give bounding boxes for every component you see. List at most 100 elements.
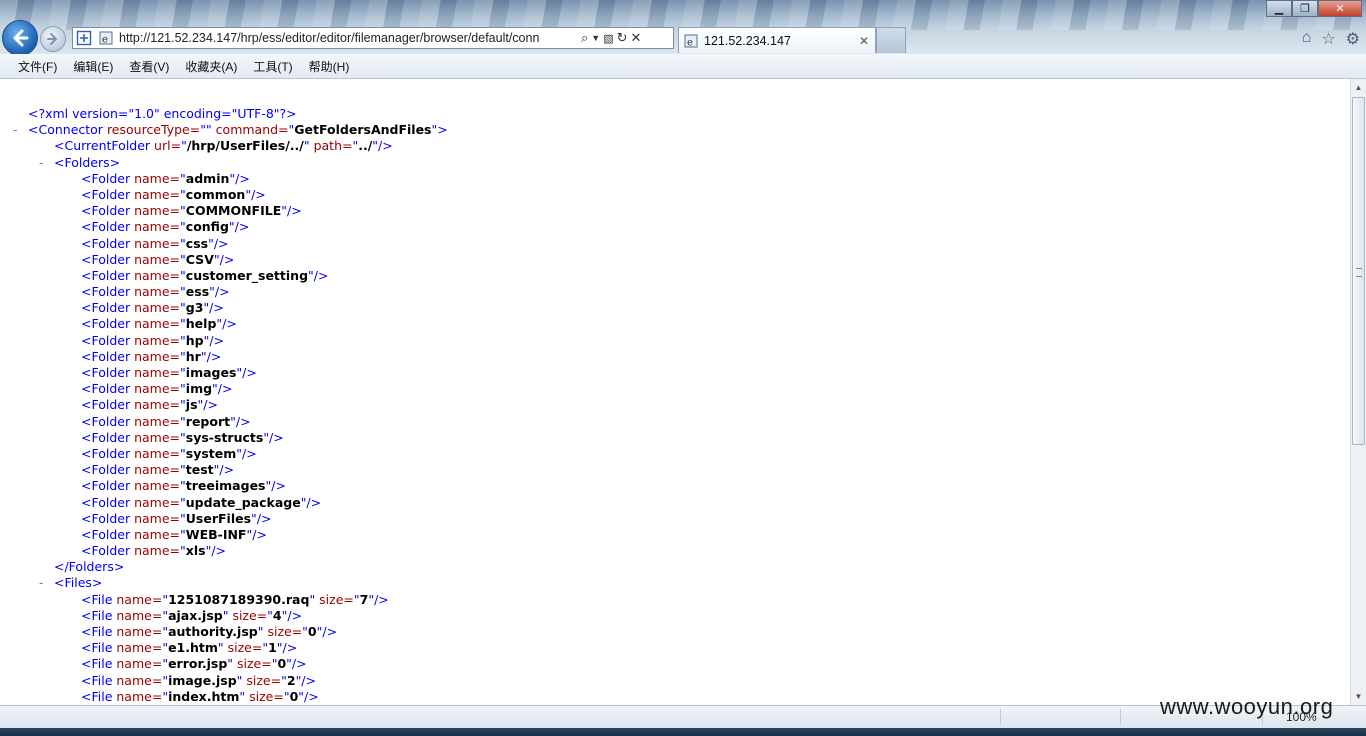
file-entry: <File name="error.jsp" size="0"/> bbox=[81, 656, 307, 672]
collapse-toggle[interactable]: - bbox=[39, 155, 44, 171]
file-entry: <File name="index.htm" size="0"/> bbox=[81, 688, 319, 704]
search-icon[interactable]: ⌕ bbox=[581, 30, 588, 46]
tools-gear-icon[interactable]: ⚙ bbox=[1346, 29, 1360, 49]
url-text[interactable]: http://121.52.234.147/hrp/ess/editor/edi… bbox=[117, 31, 577, 45]
dropdown-icon[interactable]: ▼ bbox=[591, 33, 600, 43]
folder-entry: <Folder name="sys-structs"/> bbox=[81, 429, 284, 445]
xml-declaration: <?xml version="1.0" encoding="UTF-8"?> bbox=[28, 106, 297, 121]
collapse-toggle[interactable]: - bbox=[13, 122, 18, 138]
menu-edit[interactable]: 编辑(E) bbox=[73, 58, 113, 75]
folder-name: update_package bbox=[185, 494, 301, 510]
folder-name: images bbox=[185, 365, 237, 380]
menu-tools[interactable]: 工具(T) bbox=[253, 58, 292, 75]
folder-name: img bbox=[185, 381, 213, 397]
tab-title: 121.52.234.147 bbox=[704, 33, 791, 48]
folder-entry: <Folder name="g3"/> bbox=[81, 300, 224, 316]
menu-file[interactable]: 文件(F) bbox=[18, 58, 57, 75]
close-icon: ✕ bbox=[1335, 3, 1345, 15]
file-name: e1.htm bbox=[168, 640, 218, 656]
file-name: image.jsp bbox=[168, 672, 237, 688]
folder-entry: <Folder name="system"/> bbox=[81, 445, 257, 461]
home-icon[interactable]: ⌂ bbox=[1302, 29, 1312, 49]
folder-name: test bbox=[185, 462, 214, 478]
folder-name: WEB-INF bbox=[185, 526, 247, 542]
file-entry: <File name="ajax.jsp" size="4"/> bbox=[81, 607, 303, 623]
folders-open-line: - <Folders> bbox=[39, 154, 121, 171]
file-entry: <File name="authority.jsp" size="0"/> bbox=[81, 624, 338, 639]
watermark: www.wooyun.org bbox=[1160, 694, 1334, 719]
menu-favorites[interactable]: 收藏夹(A) bbox=[185, 58, 237, 75]
file-name: index.htm bbox=[168, 688, 240, 704]
folder-name: treeimages bbox=[185, 478, 266, 494]
menu-help[interactable]: 帮助(H) bbox=[309, 58, 350, 75]
status-divider bbox=[1000, 709, 1001, 725]
folder-entry: <Folder name="customer_setting"/> bbox=[81, 267, 329, 283]
file-name: 1251087189390.raq bbox=[168, 591, 310, 607]
stop-icon[interactable]: ✕ bbox=[631, 30, 642, 46]
folder-name: ess bbox=[185, 284, 210, 300]
xml-document-view: <?xml version="1.0" encoding="UTF-8"?> -… bbox=[0, 79, 1350, 705]
folder-entry: <Folder name="common"/> bbox=[81, 186, 266, 202]
new-tab-button[interactable] bbox=[876, 27, 906, 53]
file-name: authority.jsp bbox=[168, 624, 258, 639]
folder-name: common bbox=[185, 186, 246, 202]
folder-entry: <Folder name="hr"/> bbox=[81, 348, 222, 364]
minimize-button[interactable]: ▁ bbox=[1266, 0, 1292, 17]
scroll-up-arrow-icon[interactable]: ▲ bbox=[1351, 79, 1366, 96]
scroll-thumb[interactable] bbox=[1352, 97, 1365, 445]
folder-entry: <Folder name="help"/> bbox=[81, 316, 237, 332]
folder-name: hp bbox=[185, 332, 204, 348]
folder-name: g3 bbox=[185, 300, 204, 316]
address-bar[interactable]: e http://121.52.234.147/hrp/ess/editor/e… bbox=[72, 27, 674, 49]
folder-name: xls bbox=[185, 543, 206, 559]
folder-entry: <Folder name="update_package"/> bbox=[81, 494, 322, 510]
compat-icon[interactable]: ▧ bbox=[603, 32, 613, 45]
menu-view[interactable]: 查看(V) bbox=[129, 58, 169, 75]
connector-open-line: - <Connector resourceType="" command="Get… bbox=[13, 122, 448, 138]
folder-entry: <Folder name="img"/> bbox=[81, 381, 233, 397]
folder-name: admin bbox=[185, 170, 230, 186]
folder-entry: <Folder name="UserFiles"/> bbox=[81, 510, 272, 526]
folder-entry: <Folder name="ess"/> bbox=[81, 284, 230, 300]
thumb-grip-icon bbox=[1356, 268, 1362, 277]
file-name: ajax.jsp bbox=[168, 607, 223, 623]
folder-entry: <Folder name="COMMONFILE"/> bbox=[81, 203, 302, 219]
folder-list: <Folder name="admin"/> <Folder name="comm… bbox=[0, 171, 448, 560]
collapse-toggle[interactable]: - bbox=[39, 575, 44, 591]
forward-arrow-icon bbox=[47, 33, 57, 45]
favorites-star-icon[interactable]: ☆ bbox=[1321, 29, 1335, 49]
file-size: 4 bbox=[272, 607, 282, 623]
tab-close-icon[interactable]: ✕ bbox=[859, 34, 869, 48]
folder-entry: <Folder name="report"/> bbox=[81, 413, 251, 429]
minimize-icon: ▁ bbox=[1274, 3, 1284, 15]
vertical-scrollbar[interactable]: ▲ ▼ bbox=[1350, 79, 1366, 705]
file-size: 1 bbox=[268, 640, 277, 656]
tab-active[interactable]: e 121.52.234.147 ✕ bbox=[678, 27, 876, 53]
back-button[interactable] bbox=[2, 20, 38, 54]
folder-name: hr bbox=[185, 348, 201, 364]
title-bar: ▁ ❐ ✕ e http://121.52.234.147/hrp/ess/ed… bbox=[0, 0, 1366, 54]
folder-entry: <Folder name="js"/> bbox=[81, 397, 218, 413]
compat-view-icon[interactable] bbox=[73, 28, 95, 48]
folder-entry: <Folder name="treeimages"/> bbox=[81, 478, 286, 494]
folder-name: UserFiles bbox=[185, 510, 252, 526]
file-entry: <File name="1251087189390.raq" size="7"/… bbox=[81, 591, 389, 607]
folder-entry: <Folder name="images"/> bbox=[81, 365, 257, 380]
folder-entry: <Folder name="css"/> bbox=[81, 235, 229, 251]
folder-name: report bbox=[185, 413, 231, 429]
scroll-down-arrow-icon[interactable]: ▼ bbox=[1351, 688, 1366, 705]
folder-entry: <Folder name="test"/> bbox=[81, 462, 235, 478]
title-bar-texture bbox=[0, 0, 1366, 30]
maximize-button[interactable]: ❐ bbox=[1292, 0, 1318, 17]
svg-text:e: e bbox=[687, 37, 693, 48]
xml-tree: <?xml version="1.0" encoding="UTF-8"?> -… bbox=[0, 106, 448, 705]
back-arrow-icon bbox=[13, 29, 29, 47]
file-entry: <File name="e1.htm" size="1"/> bbox=[81, 640, 298, 656]
folder-name: COMMONFILE bbox=[185, 203, 282, 219]
folders-close-line: </Folders> bbox=[54, 559, 125, 575]
taskbar bbox=[0, 728, 1366, 736]
refresh-icon[interactable]: ↻ bbox=[617, 30, 628, 46]
svg-text:e: e bbox=[102, 35, 108, 46]
close-window-button[interactable]: ✕ bbox=[1318, 0, 1362, 17]
forward-button[interactable] bbox=[40, 26, 66, 52]
